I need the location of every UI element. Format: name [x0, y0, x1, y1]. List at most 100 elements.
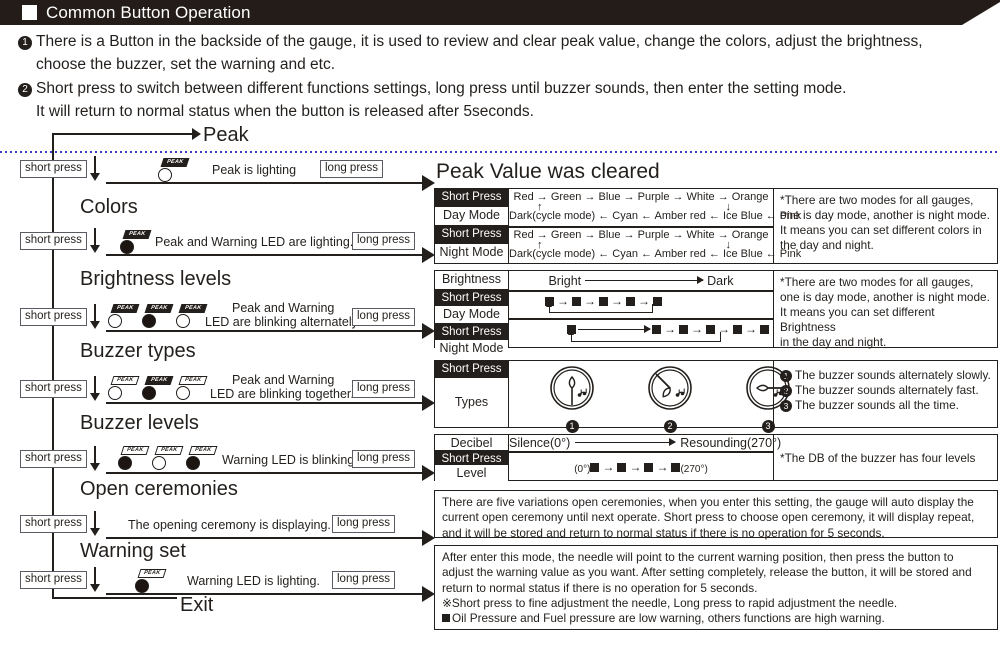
gauge-icon-2: 2 — [639, 365, 701, 434]
short-press-label: short press — [20, 308, 87, 326]
brightness-scale-header: Bright Dark — [509, 274, 773, 288]
flow-row-open-ceremonies: short press The opening ceremony is disp… — [0, 505, 440, 546]
note-line: the day and night. — [780, 238, 874, 253]
text-line: Oil Pressure and Fuel pressure are low w… — [452, 611, 885, 626]
colors-panel-note: *There are two modes for all gauges, one… — [773, 189, 997, 263]
loopback-arrowhead-icon — [545, 301, 552, 307]
short-press-label: short press — [20, 380, 87, 398]
buzzer-types-panel: Short Press Types 1 2 3 1 The buzzer sou… — [434, 360, 998, 433]
down-arrow-icon — [88, 446, 102, 472]
peak-badge-icon: PEAK — [110, 376, 140, 385]
note-line: *The DB of the buzzer has four levels — [780, 450, 976, 465]
row-caption: Warning LED is lighting. — [187, 574, 320, 588]
gauge-icon-3: 3 — [737, 365, 799, 434]
down-arrow-icon — [88, 228, 102, 254]
colors-day-short-press: Short Press — [435, 189, 508, 207]
led-dot-on — [135, 579, 149, 593]
arrow-icon: → — [745, 322, 757, 336]
page-title: Common Button Operation — [46, 3, 251, 22]
black-square-bullet-icon — [442, 614, 450, 623]
resounding-label: Resounding(270°) — [680, 436, 782, 450]
gauge-number-badge: 3 — [761, 420, 775, 433]
text-line: There are five variations open ceremonie… — [442, 495, 974, 509]
peak-cleared-heading: Peak Value was cleared — [436, 160, 660, 183]
seq-start-label: (0°) — [574, 464, 591, 475]
intro-text: Short press to switch between different … — [36, 80, 847, 97]
note-line: one is day mode, another is night mode. — [780, 290, 990, 305]
buzzer-levels-note: *The DB of the buzzer has four levels — [773, 435, 997, 480]
long-press-label: long press — [352, 450, 416, 468]
row-caption-line-1: Peak and Warning — [232, 301, 335, 315]
silence-label: Silence(0°) — [509, 436, 571, 450]
down-arrow-icon — [88, 376, 102, 402]
note-text: The buzzer sounds all the time. — [795, 398, 959, 413]
note-text: The buzzer sounds alternately slowly. — [795, 368, 991, 382]
note-item-1: 1 The buzzer sounds alternately slowly. — [780, 368, 992, 383]
bullet-number-1: 1 — [18, 36, 32, 50]
section-title-buzzer-types: Buzzer types — [80, 340, 196, 362]
down-arrow-icon — [88, 156, 102, 182]
led-dot-off — [158, 168, 172, 182]
colors-day-sequence: Red → Green → Blue → Purple → White → Or… — [509, 189, 801, 226]
brightness-panel-diagrams: Bright Dark → → → → → → → → — [509, 271, 773, 347]
long-press-label: long press — [352, 308, 416, 326]
row-caption: The opening ceremony is displaying. — [128, 518, 331, 532]
open-ceremonies-panel: There are five variations open ceremonie… — [434, 490, 998, 540]
led-dot-off — [152, 456, 166, 470]
led-dot-off — [108, 386, 122, 400]
down-arrow-icon — [88, 567, 102, 593]
gauge-needle-upleft-icon — [648, 366, 692, 410]
row-caption-line-2: LED are blinking alternately — [205, 315, 358, 329]
text-line: adjust the warning value as you want. Af… — [442, 565, 972, 580]
panel-divider — [509, 290, 773, 292]
level-square — [590, 463, 600, 472]
colors-night-bottom-sequence: Dark(cycle mode) ← Cyan ← Amber red ← Ic… — [509, 248, 802, 260]
section-title-buzzer-levels: Buzzer levels — [80, 412, 199, 434]
row-caption-line-1: Peak and Warning — [232, 373, 335, 387]
buzzer-types-gauges: 1 2 3 — [509, 361, 790, 433]
level-square — [653, 297, 662, 306]
buzzer-types-labels: Short Press Types — [435, 361, 509, 427]
arrow-icon: → — [629, 460, 642, 474]
colors-night-top-sequence: Red → Green → Blue → Purple → White → Or… — [513, 229, 769, 241]
note-line: in the day and night. — [780, 335, 887, 350]
colors-night-mode-label: Night Mode — [435, 244, 508, 263]
decibel-label: Decibel — [435, 435, 508, 451]
colors-panel-sequences: Red → Green → Blue → Purple → White → Or… — [509, 189, 802, 263]
peak-badge-icon: PEAK — [110, 304, 140, 313]
text-line-bulleted: Oil Pressure and Fuel pressure are low w… — [442, 611, 990, 626]
brightness-night-mode-label: Night Mode — [435, 340, 508, 358]
short-press-label: short press — [20, 160, 87, 178]
intro-item-1-line-2: choose the buzzer, set the warning and e… — [36, 56, 335, 73]
decibel-scale-header: Silence(0°) Resounding(270°) — [509, 436, 781, 450]
brightness-panel: Brightness Short Press Day Mode Short Pr… — [434, 270, 998, 358]
scale-arrow-icon — [575, 436, 677, 448]
flow-row-warning-set: short press PEAK Warning LED is lighting… — [0, 561, 440, 602]
row-caption: Warning LED is blinking. — [222, 453, 358, 467]
loopback-arrowhead-icon — [567, 329, 574, 335]
seq-end-label: (270°) — [680, 464, 708, 475]
buzzer-levels-diagram: Silence(0°) Resounding(270°) (0°) → → → (270°… — [509, 435, 781, 480]
led-dot-on — [142, 314, 156, 328]
text-line: current open ceremony until next operate… — [442, 510, 975, 525]
short-press-label: short press — [20, 571, 87, 589]
note-item-2: 2 The buzzer sounds alternately fast. — [780, 383, 992, 398]
note-line: one is day mode, another is night mode. — [780, 208, 990, 223]
flow-row-buzzer-types: short press PEAK PEAK PEAK Peak and Warn… — [0, 370, 440, 411]
led-dot-off — [176, 386, 190, 400]
intro-item-2-line-2: It will return to normal status when the… — [36, 103, 534, 120]
level-square — [644, 463, 654, 472]
peak-badge-icon: PEAK — [154, 446, 184, 455]
short-press-label: short press — [20, 450, 87, 468]
flow-row-buzzer-levels: short press PEAK PEAK PEAK Warning LED i… — [0, 440, 440, 481]
brightness-day-mode-label: Day Mode — [435, 306, 508, 324]
short-press-label: short press — [20, 515, 87, 533]
brightness-day-short-press: Short Press — [435, 289, 508, 306]
row-caption: Peak is lighting — [212, 163, 297, 177]
led-dot-on — [120, 240, 134, 254]
note-item-3: 3 The buzzer sounds all the time. — [780, 398, 992, 413]
peak-badge-icon: PEAK — [120, 446, 150, 455]
section-title-colors: Colors — [80, 196, 138, 218]
bullet-number-2: 2 — [18, 83, 32, 97]
flow-row-peak: short press PEAK Peak is lighting long p… — [0, 150, 440, 191]
